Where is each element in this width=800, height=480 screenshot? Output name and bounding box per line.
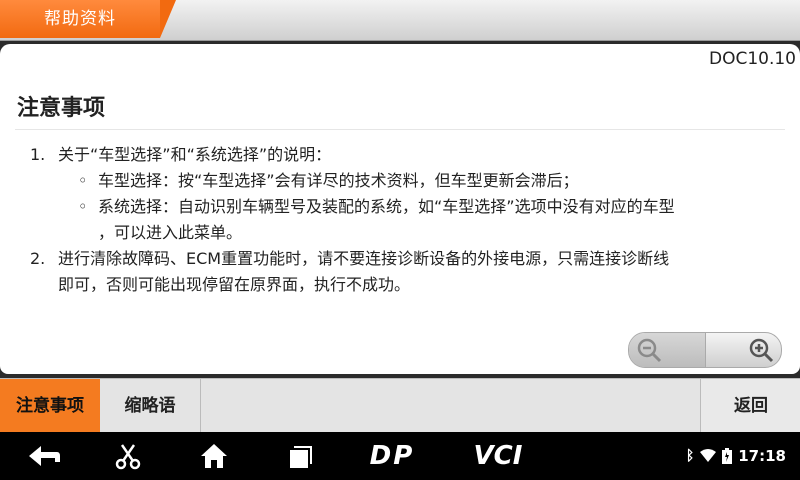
tab-abbreviations[interactable]: 缩略语 <box>100 379 201 433</box>
home-icon <box>201 444 227 468</box>
sub-item-text: 系统选择：自动识别车辆型号及装配的系统，如“车型选择”选项中没有对应的车型 <box>98 197 675 216</box>
item-text: 进行清除故障码、ECM重置功能时，请不要连接诊断设备的外接电源，只需连接诊断线 <box>58 249 670 268</box>
system-nav-bar: DP VCI ᛒ 17:18 <box>0 432 800 480</box>
scissors-icon <box>115 444 141 470</box>
home-nav-button[interactable] <box>196 440 232 472</box>
zoom-out-button[interactable] <box>629 333 705 367</box>
item-text: 关于“车型选择”和“系统选择”的说明： <box>58 145 332 164</box>
dp-button[interactable]: DP <box>364 440 420 472</box>
item-number: 1. <box>30 145 46 164</box>
battery-icon <box>722 448 733 464</box>
zoom-control <box>628 332 782 368</box>
help-document-panel[interactable]: DOC10.10 注意事项 1. 关于“车型选择”和“系统选择”的说明： ◦ 车… <box>0 44 800 374</box>
back-nav-button[interactable] <box>24 440 64 472</box>
item-number: 2. <box>30 249 46 268</box>
list-item: 2. 进行清除故障码、ECM重置功能时，请不要连接诊断设备的外接电源，只需连接诊… <box>30 246 780 272</box>
page-title-tab: 帮助资料 <box>0 0 176 38</box>
zoom-out-icon <box>637 338 662 363</box>
list-item: 1. 关于“车型选择”和“系统选择”的说明： <box>30 142 780 168</box>
document-heading: 注意事项 <box>17 96 106 121</box>
item-continuation: 即可，否则可能出现停留在原界面，执行不成功。 <box>30 272 780 298</box>
status-area: ᛒ 17:18 <box>686 432 786 480</box>
sub-item-text: 车型选择：按“车型选择”会有详尽的技术资料，但车型更新会滞后； <box>98 171 579 190</box>
sub-item-continuation: ，可以进入此菜单。 <box>30 220 780 246</box>
recent-apps-button[interactable] <box>282 440 318 472</box>
top-bar: 帮助资料 <box>0 0 800 41</box>
continuation-text: 即可，否则可能出现停留在原界面，执行不成功。 <box>58 275 411 294</box>
zoom-in-icon <box>749 338 774 363</box>
bullet-icon: ◦ <box>78 197 88 216</box>
heading-divider <box>15 129 785 130</box>
wifi-icon <box>700 449 717 462</box>
page-title: 帮助资料 <box>44 9 116 29</box>
continuation-text: ，可以进入此菜单。 <box>98 223 243 242</box>
bullet-icon: ◦ <box>78 171 88 190</box>
recent-apps-icon <box>290 446 312 468</box>
document-body: 1. 关于“车型选择”和“系统选择”的说明： ◦ 车型选择：按“车型选择”会有详… <box>30 142 780 298</box>
document-code: DOC10.10 <box>708 49 796 69</box>
back-button[interactable]: 返回 <box>700 379 800 433</box>
vci-label: VCI <box>473 441 523 471</box>
bottom-tab-bar: 注意事项 缩略语 返回 <box>0 378 800 433</box>
back-arrow-icon <box>29 446 60 466</box>
clock: 17:18 <box>738 447 786 465</box>
sub-list-item: ◦ 系统选择：自动识别车辆型号及装配的系统，如“车型选择”选项中没有对应的车型 <box>30 194 780 220</box>
dp-label: DP <box>369 441 415 471</box>
screenshot-button[interactable] <box>110 440 146 472</box>
zoom-in-button[interactable] <box>705 333 781 367</box>
tab-notes[interactable]: 注意事项 <box>0 379 100 433</box>
bluetooth-icon: ᛒ <box>685 448 695 464</box>
sub-list-item: ◦ 车型选择：按“车型选择”会有详尽的技术资料，但车型更新会滞后； <box>30 168 780 194</box>
vci-button[interactable]: VCI <box>466 440 530 472</box>
